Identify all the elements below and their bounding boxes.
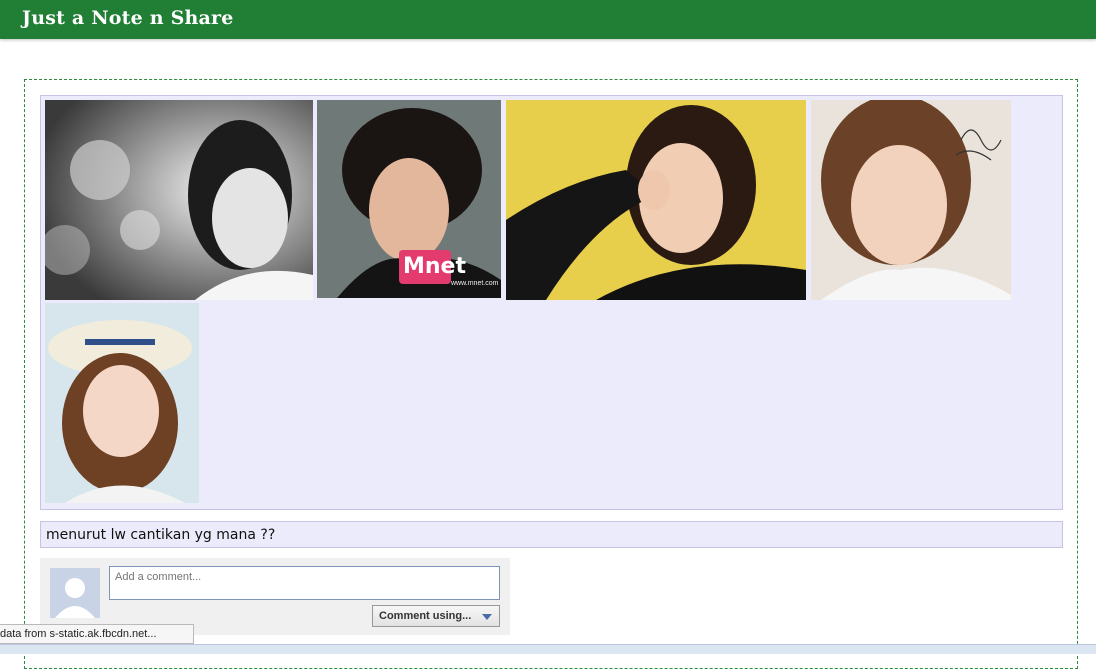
photo-2[interactable]: Mnet www.mnet.com (317, 100, 501, 298)
comment-using-label: Comment using... (379, 610, 472, 622)
dropdown-arrow-icon (482, 614, 492, 620)
status-bar: data from s-static.ak.fbcdn.net... (0, 624, 194, 644)
photo-4[interactable] (811, 100, 1011, 300)
comment-using-button[interactable]: Comment using... (372, 605, 500, 627)
photo-5[interactable] (45, 303, 199, 503)
photo-1[interactable] (45, 100, 313, 300)
comment-input[interactable] (109, 566, 500, 600)
post-caption: menurut lw cantikan yg mana ?? (40, 521, 1063, 548)
mnet-watermark: Mnet www.mnet.com (399, 250, 499, 294)
default-user-icon (50, 568, 100, 618)
status-text: data from s-static.ak.fbcdn.net... (0, 628, 157, 640)
header-bar: Just a Note n Share (0, 0, 1096, 39)
photo-gallery: Mnet www.mnet.com (40, 95, 1063, 510)
avatar (50, 568, 100, 618)
mnet-logo-text: Mnet (403, 254, 466, 279)
site-title[interactable]: Just a Note n Share (22, 7, 234, 29)
photo-3[interactable] (506, 100, 806, 300)
mnet-url: www.mnet.com (451, 280, 499, 287)
